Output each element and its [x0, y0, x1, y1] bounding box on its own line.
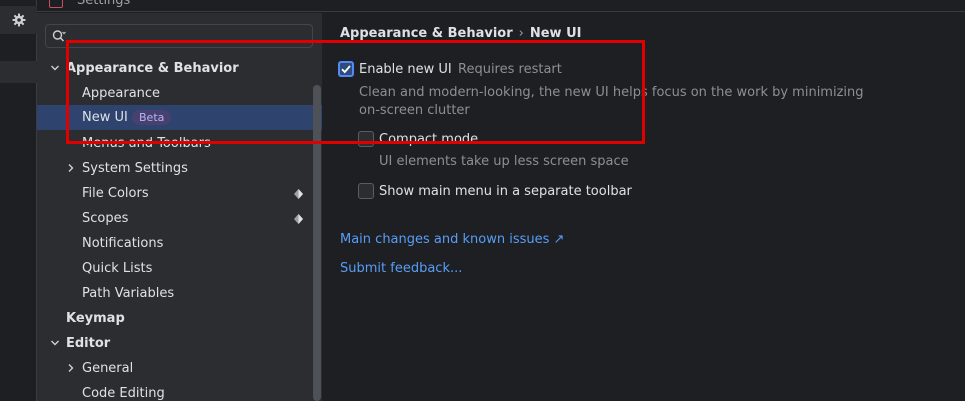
tree-item-general[interactable]: General [37, 356, 322, 381]
tree-item-label: Path Variables [82, 286, 175, 301]
tree-item-label: Menus and Toolbars [82, 136, 211, 151]
requires-restart-hint: Requires restart [458, 62, 562, 77]
search-icon [52, 30, 66, 42]
new-ui-description-line-1: Clean and modern-looking, the new UI hel… [359, 85, 864, 100]
settings-tool-button[interactable] [0, 6, 37, 34]
tree-item-keymap[interactable]: Keymap [37, 306, 322, 331]
new-ui-description-line-2: on-screen clutter [359, 103, 470, 118]
title-bar: Settings [37, 0, 965, 12]
compact-mode-label[interactable]: Compact mode [379, 131, 478, 149]
submit-feedback-link[interactable]: Submit feedback... [340, 261, 462, 276]
separate-toolbar-checkbox[interactable] [358, 183, 374, 199]
settings-content: Appearance & Behavior › New UI Enable new … [322, 13, 965, 401]
compact-mode-option[interactable]: Compact mode [358, 131, 558, 149]
tree-item-code-editing[interactable]: Code Editing [37, 381, 322, 401]
tree-item-label: Code Editing [82, 386, 165, 401]
separate-toolbar-option[interactable]: Show main menu in a separate toolbar [358, 183, 678, 201]
search-input[interactable] [72, 27, 307, 45]
tree-item-label: Appearance & Behavior [66, 61, 239, 76]
tree-item-file-colors[interactable]: File Colors [37, 181, 322, 206]
tree-item-system-settings[interactable]: System Settings [37, 156, 322, 181]
ide-side-strip [0, 0, 37, 401]
compact-mode-checkbox[interactable] [358, 131, 374, 147]
tree-item-label: Quick Lists [82, 261, 153, 276]
tree-item-appearance-behavior[interactable]: Appearance & Behavior [37, 56, 322, 81]
tree-item-new-ui[interactable]: New UI Beta [37, 105, 322, 130]
tree-item-path-variables[interactable]: Path Variables [37, 281, 322, 306]
tree-item-label: General [82, 361, 134, 376]
tree-item-label: New UI [82, 110, 128, 125]
project-scope-icon [294, 189, 303, 199]
chevron-right-icon [68, 164, 74, 172]
settings-search[interactable] [45, 24, 313, 48]
ide-selected-item[interactable] [0, 61, 37, 83]
tree-item-label: Notifications [82, 236, 164, 251]
settings-tree-panel: Appearance & Behavior Appearance New UI … [37, 13, 322, 401]
chevron-down-icon [51, 340, 59, 346]
breadcrumb-current: New UI [529, 26, 582, 41]
settings-window: Settings Appearance & Behavior Appearanc… [0, 0, 965, 401]
app-logo-icon [49, 0, 63, 8]
breadcrumb-separator: › [518, 26, 524, 41]
compact-mode-description: UI elements take up less screen space [379, 154, 629, 169]
separate-toolbar-label[interactable]: Show main menu in a separate toolbar [379, 183, 632, 201]
tree-item-appearance[interactable]: Appearance [37, 81, 322, 106]
window-title: Settings [77, 0, 131, 8]
main-changes-link[interactable]: Main changes and known issues ↗ [340, 232, 564, 247]
tree-item-menus-toolbars[interactable]: Menus and Toolbars [37, 131, 322, 156]
breadcrumb-parent[interactable]: Appearance & Behavior [340, 26, 513, 41]
tree-item-scopes[interactable]: Scopes [37, 206, 322, 231]
tree-item-label: File Colors [82, 186, 149, 201]
project-scope-icon [294, 214, 303, 224]
beta-badge: Beta [132, 110, 172, 125]
chevron-right-icon [68, 364, 74, 372]
tree-item-quick-lists[interactable]: Quick Lists [37, 256, 322, 281]
tree-item-label: Keymap [66, 311, 125, 326]
tree-item-label: Scopes [82, 211, 129, 226]
gear-icon [12, 13, 25, 27]
checkmark-icon [341, 65, 351, 74]
tree-scrollbar[interactable] [313, 85, 321, 401]
enable-new-ui-option[interactable]: Enable new UI Requires restart [338, 61, 738, 79]
tree-item-editor[interactable]: Editor [37, 331, 322, 356]
tree-item-label: Editor [66, 336, 111, 351]
tree-item-label: Appearance [82, 86, 161, 101]
new-ui-description: Clean and modern-looking, the new UI hel… [359, 84, 864, 120]
chevron-down-icon [51, 65, 59, 71]
tree-item-notifications[interactable]: Notifications [37, 231, 322, 256]
tree-item-label: System Settings [82, 161, 188, 176]
enable-new-ui-label[interactable]: Enable new UI [359, 61, 452, 79]
enable-new-ui-checkbox[interactable] [338, 61, 354, 77]
breadcrumb: Appearance & Behavior › New UI [340, 26, 581, 41]
